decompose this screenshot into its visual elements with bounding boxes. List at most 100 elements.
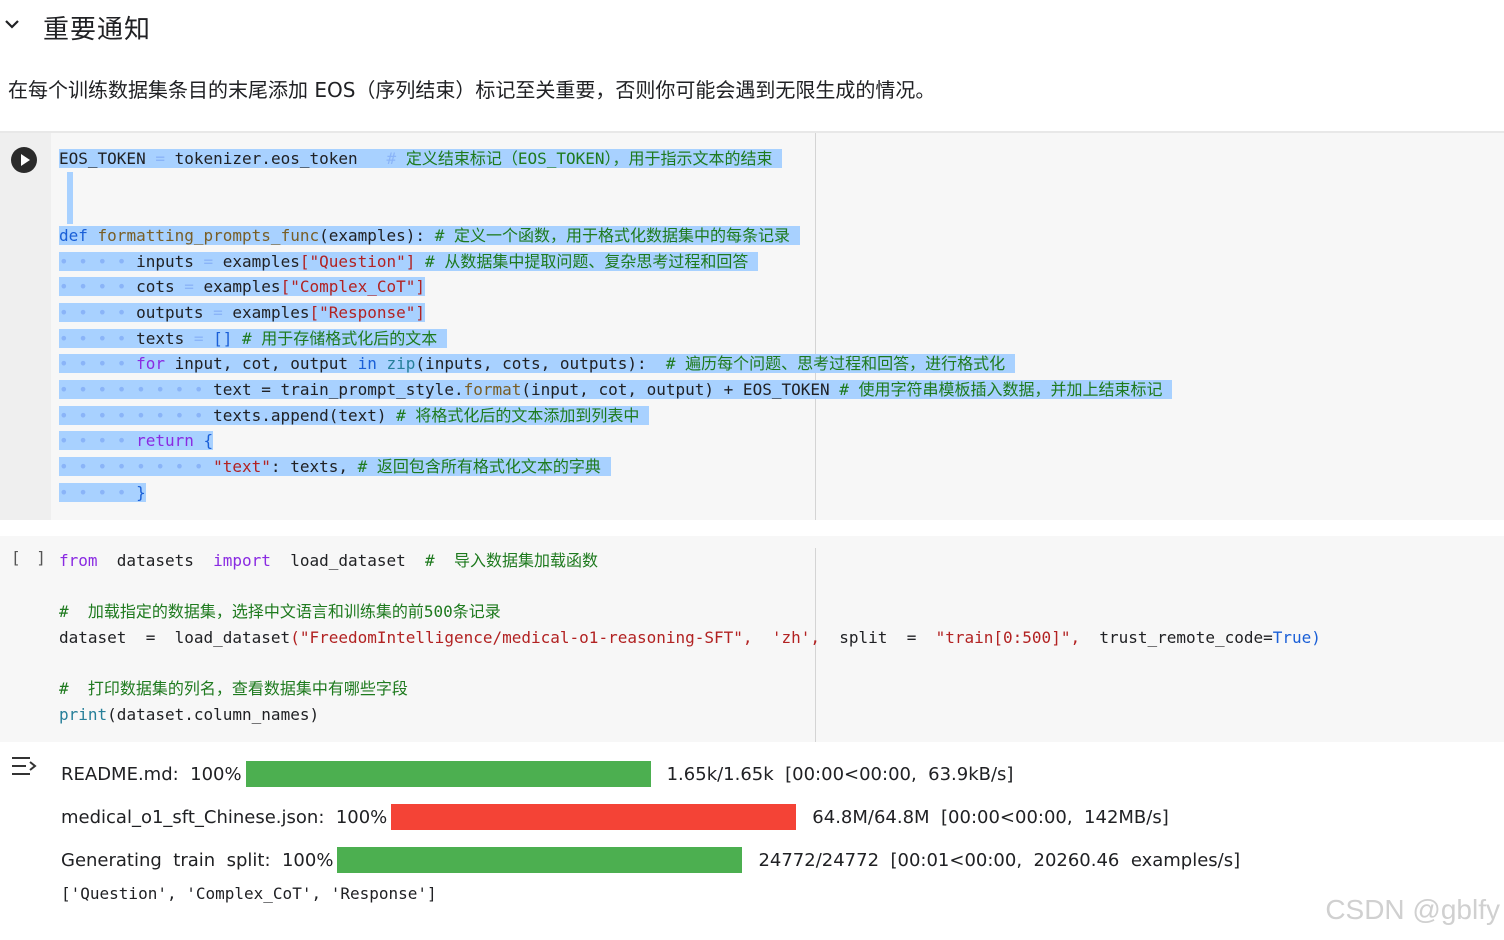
token: (input, cot, output)	[521, 380, 715, 399]
token: EOS_TOKEN	[59, 149, 146, 168]
token: # 用于存储格式化后的文本	[232, 329, 447, 348]
progress-row: README.md: 100% 1.65k/1.65k [00:00<00:00…	[61, 759, 1013, 789]
code-line: • • • • outputs = examples["Response"]	[59, 303, 426, 322]
section-title: 重要通知	[43, 15, 152, 45]
token: =	[193, 252, 223, 271]
token: trust_remote_code=	[1080, 628, 1273, 647]
token: "text"	[213, 457, 271, 476]
token: dataset = load_dataset	[59, 628, 291, 647]
progress-label: Generating train split: 100%	[61, 849, 334, 871]
selection-block	[67, 172, 73, 224]
code-line: • • • • inputs = examples["Question"] # …	[59, 252, 758, 271]
token: #	[357, 149, 406, 168]
token: =	[203, 303, 233, 322]
code-line: • • • • texts = [] # 用于存储格式化后的文本	[59, 329, 447, 348]
token: )	[1311, 628, 1321, 647]
token: =	[145, 149, 175, 168]
code-line: EOS_TOKEN = tokenizer.eos_token # 定义结束标记…	[59, 146, 783, 172]
token: zip	[376, 354, 416, 373]
token: "train[0:500]",	[935, 628, 1081, 647]
token: # 返回包含所有格式化文本的字典	[347, 457, 611, 476]
code-line: # 打印数据集的列名，查看数据集中有哪些字段	[59, 676, 408, 702]
progress-label: README.md: 100%	[61, 763, 242, 785]
token: (examples):	[319, 226, 426, 245]
notice-text: 在每个训练数据集条目的末尾添加 EOS（序列结束）标记至关重要，否则你可能会遇到…	[8, 78, 936, 102]
token: import	[213, 551, 271, 570]
token: =	[174, 277, 204, 296]
token: formatting_prompts_func	[87, 226, 320, 245]
token: # 使用字符串模板插入数据，并加上结束标记	[829, 380, 1173, 399]
progress-fill	[391, 804, 797, 830]
token: def	[59, 226, 88, 245]
run-cell-button[interactable]	[11, 147, 37, 173]
token: (dataset.column_names)	[107, 705, 320, 724]
token: ("FreedomIntelligence/medical-o1-reasoni…	[290, 628, 753, 647]
progress-stats: 1.65k/1.65k [00:00<00:00, 63.9kB/s]	[666, 763, 1014, 785]
code-line: • • • • for input, cot, output in zip(in…	[59, 354, 1015, 373]
token: 定义结束标记（EOS_TOKEN），用于指示文本的结束	[405, 149, 783, 168]
token: True	[1272, 628, 1312, 647]
cell-gutter	[0, 133, 51, 520]
token: # 将格式化后的文本添加到列表中	[386, 406, 650, 425]
token: tokenizer.eos_token	[174, 149, 358, 168]
token: examples	[203, 277, 281, 296]
token: ["Response"]	[309, 303, 426, 322]
token: print	[59, 705, 108, 724]
token: for	[136, 354, 165, 373]
token: inputs	[136, 252, 194, 271]
token: + EOS_TOKEN	[714, 380, 830, 399]
token: # 打印数据集的列名，查看数据集中有哪些字段	[59, 679, 408, 698]
token: =	[184, 329, 214, 348]
code-line: dataset = load_dataset("FreedomIntellige…	[59, 625, 1321, 651]
token: from	[59, 551, 98, 570]
token: # 从数据集中提取问题、复杂思考过程和回答	[415, 252, 758, 271]
token: # 定义一个函数，用于格式化数据集中的每条记录	[425, 226, 800, 245]
ruler-line	[815, 133, 816, 520]
code-line: • • • • • • • • text = train_prompt_styl…	[59, 380, 1173, 399]
token: 'zh',	[771, 628, 820, 647]
token: cots	[136, 277, 175, 296]
token: []	[213, 329, 233, 348]
token: text = train_prompt_style.	[213, 380, 464, 399]
code-line: # 加载指定的数据集，选择中文语言和训练集的前500条记录	[59, 599, 501, 625]
token: datasets	[97, 551, 214, 570]
code-line: def formatting_prompts_func(examples): #…	[59, 223, 800, 249]
token: # 导入数据集加载函数	[425, 551, 598, 570]
progress-stats: 24772/24772 [00:01<00:00, 20260.46 examp…	[758, 849, 1241, 871]
token: examples	[232, 303, 310, 322]
code-line: from datasets import load_dataset # 导入数据…	[59, 548, 598, 574]
code-line: print(dataset.column_names)	[59, 702, 319, 728]
token: texts.append(text)	[213, 406, 387, 425]
code-line: • • • • • • • • "text": texts, # 返回包含所有格…	[59, 457, 611, 476]
code-line: • • • • • • • • texts.append(text) # 将格式…	[59, 406, 650, 425]
section-header: 重要通知	[0, 0, 1504, 52]
token: in	[357, 354, 377, 373]
progress-bar	[337, 847, 743, 873]
output-result: ['Question', 'Complex_CoT', 'Response']	[61, 884, 437, 903]
progress-bar	[245, 761, 651, 787]
progress-fill	[245, 761, 651, 787]
token: # 加载指定的数据集，选择中文语言和训练集的前500条记录	[59, 602, 501, 621]
progress-label: medical_o1_sft_Chinese.json: 100%	[61, 806, 388, 828]
output-toggle-icon[interactable]	[10, 754, 40, 778]
token: (inputs, cots, outputs):	[415, 354, 647, 373]
progress-row: Generating train split: 100% 24772/24772…	[61, 845, 1240, 875]
token: ["Complex_CoT"]	[280, 277, 426, 296]
token: load_dataset	[270, 551, 426, 570]
token: {	[193, 431, 214, 450]
token: return	[136, 431, 194, 450]
execution-count[interactable]: [ ]	[11, 548, 49, 567]
watermark: CSDN @gblfy	[1325, 894, 1500, 925]
token: : texts,	[270, 457, 348, 476]
token: # 遍历每个问题、思考过程和回答，进行格式化	[646, 354, 1015, 373]
token: }	[136, 483, 146, 502]
token: examples	[222, 252, 300, 271]
code-line: • • • • cots = examples["Complex_CoT"]	[59, 277, 426, 296]
code-line: • • • • return {	[59, 431, 214, 450]
chevron-down-icon[interactable]	[2, 14, 22, 34]
token: format	[463, 380, 522, 399]
token: split =	[820, 628, 936, 647]
progress-fill	[337, 847, 743, 873]
token: outputs	[136, 303, 204, 322]
token: texts	[136, 329, 185, 348]
